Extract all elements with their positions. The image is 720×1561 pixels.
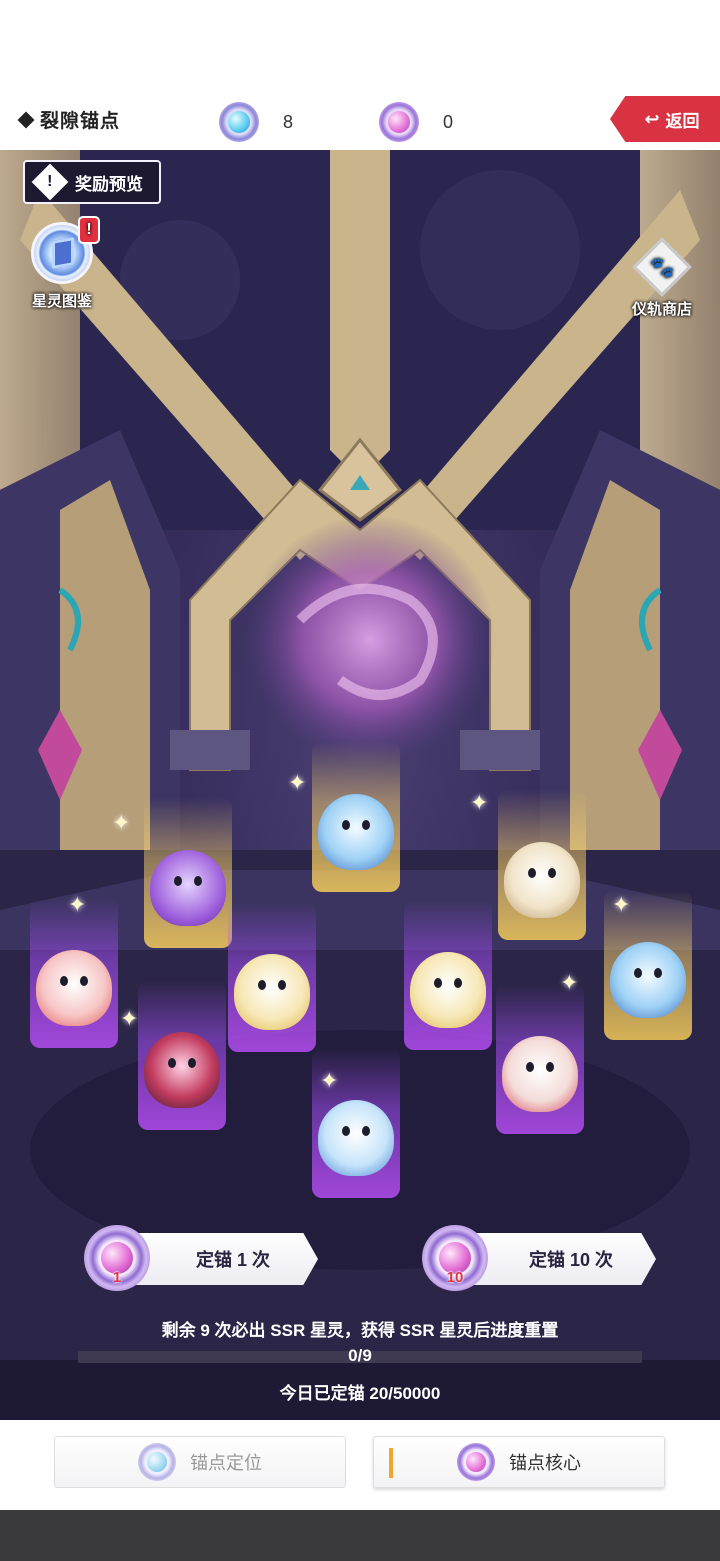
system-navigation-bar bbox=[0, 1510, 720, 1561]
sparkle-icon: ✦ bbox=[112, 810, 131, 835]
blue-fairy-spirit-figure bbox=[318, 1100, 394, 1176]
tab-anchor-core-label: 锚点核心 bbox=[509, 1453, 581, 1473]
sparkle-icon: ✦ bbox=[470, 790, 489, 815]
pink-fairy-spirit bbox=[30, 898, 118, 1048]
blue-anchor-gem-icon bbox=[138, 1443, 176, 1481]
anchor-scene: ! 奖励预览 ! 星灵图鉴 🐾 仪轨商店 ✦ ✦ ✦ ✦ ✦ ✦ ✦ ✦ 定锚 … bbox=[0, 150, 720, 1420]
ice-dragon-spirit bbox=[312, 742, 400, 892]
active-tab-indicator bbox=[389, 1448, 393, 1478]
spirit-atlas-button[interactable]: ! 星灵图鉴 bbox=[16, 216, 108, 322]
sparkle-icon: ✦ bbox=[560, 970, 579, 995]
blonde-fairy-spirit-2 bbox=[404, 900, 492, 1050]
alert-diamond-icon: ! bbox=[31, 163, 69, 201]
tab-anchor-positioning-label: 锚点定位 bbox=[190, 1453, 262, 1473]
diamond-bullet-icon bbox=[17, 111, 35, 129]
pink-anchor-core-icon: 10 bbox=[422, 1225, 488, 1291]
cloud-sheep-spirit-figure bbox=[502, 1036, 578, 1112]
return-arrow-icon: ↩ bbox=[644, 108, 660, 129]
sparkle-icon: ✦ bbox=[120, 1006, 139, 1031]
blonde-fairy-spirit-figure bbox=[234, 954, 310, 1030]
purple-knight-spirit-figure bbox=[150, 850, 226, 926]
top-bar: 裂隙锚点 8 0 ↩ 返回 bbox=[0, 94, 720, 150]
pull-ten-button[interactable]: 定锚 10 次 10 bbox=[422, 1225, 656, 1291]
blue-anchor-gem-icon bbox=[219, 102, 259, 142]
sparkle-icon: ✦ bbox=[68, 892, 87, 917]
ice-dragon-spirit-2-figure bbox=[610, 942, 686, 1018]
sparkle-icon: ✦ bbox=[288, 770, 307, 795]
ritual-shop-button[interactable]: 🐾 仪轨商店 bbox=[618, 237, 706, 319]
paw-icon: 🐾 bbox=[632, 237, 692, 297]
daily-pull-count: 今日已定锚 20/50000 bbox=[279, 1384, 441, 1403]
red-demon-spirit-figure bbox=[144, 1032, 220, 1108]
blonde-fairy-spirit bbox=[228, 902, 316, 1052]
pink-anchor-core-icon bbox=[457, 1443, 495, 1481]
ritual-shop-label: 仪轨商店 bbox=[631, 301, 692, 318]
purple-knight-spirit bbox=[144, 798, 232, 948]
page-title-text: 裂隙锚点 bbox=[40, 111, 121, 132]
cloud-sheep-spirit bbox=[496, 984, 584, 1134]
bottom-tab-bar: 锚点定位 锚点核心 bbox=[0, 1420, 720, 1510]
atlas-alert-badge: ! bbox=[78, 216, 100, 244]
currency-pink: 0 bbox=[379, 102, 453, 142]
pity-progress-text: 0/9 bbox=[348, 1346, 372, 1365]
atlas-label: 星灵图鉴 bbox=[31, 293, 92, 310]
blonde-fairy-spirit-2-figure bbox=[410, 952, 486, 1028]
sparkle-icon: ✦ bbox=[320, 1068, 339, 1093]
tab-anchor-core[interactable]: 锚点核心 bbox=[373, 1436, 665, 1488]
tab-anchor-positioning[interactable]: 锚点定位 bbox=[54, 1436, 346, 1488]
ice-dragon-spirit-figure bbox=[318, 794, 394, 870]
currency-blue-count: 8 bbox=[283, 111, 294, 132]
back-button[interactable]: ↩ 返回 bbox=[610, 96, 720, 142]
red-demon-spirit bbox=[138, 980, 226, 1130]
back-button-label: 返回 bbox=[665, 111, 700, 131]
pity-hint: 剩余 9 次必出 SSR 星灵，获得 SSR 星灵后进度重置 bbox=[161, 1321, 559, 1340]
pink-anchor-core-icon: 1 bbox=[84, 1225, 150, 1291]
currency-blue: 8 bbox=[219, 102, 293, 142]
currency-pink-count: 0 bbox=[443, 111, 454, 132]
pull-once-button[interactable]: 定锚 1 次 1 bbox=[84, 1225, 318, 1291]
pink-fairy-spirit-figure bbox=[36, 950, 112, 1026]
reward-preview-label: 奖励预览 bbox=[75, 174, 143, 194]
page-title: 裂隙锚点 bbox=[17, 106, 121, 133]
pull-ten-cost: 10 bbox=[446, 1269, 464, 1286]
crystal-beast-spirit bbox=[498, 790, 586, 940]
reward-preview-button[interactable]: ! 奖励预览 bbox=[23, 160, 161, 204]
pull-once-cost: 1 bbox=[112, 1269, 122, 1286]
sparkle-icon: ✦ bbox=[612, 892, 631, 917]
crystal-beast-spirit-figure bbox=[504, 842, 580, 918]
pink-anchor-core-icon bbox=[379, 102, 419, 142]
